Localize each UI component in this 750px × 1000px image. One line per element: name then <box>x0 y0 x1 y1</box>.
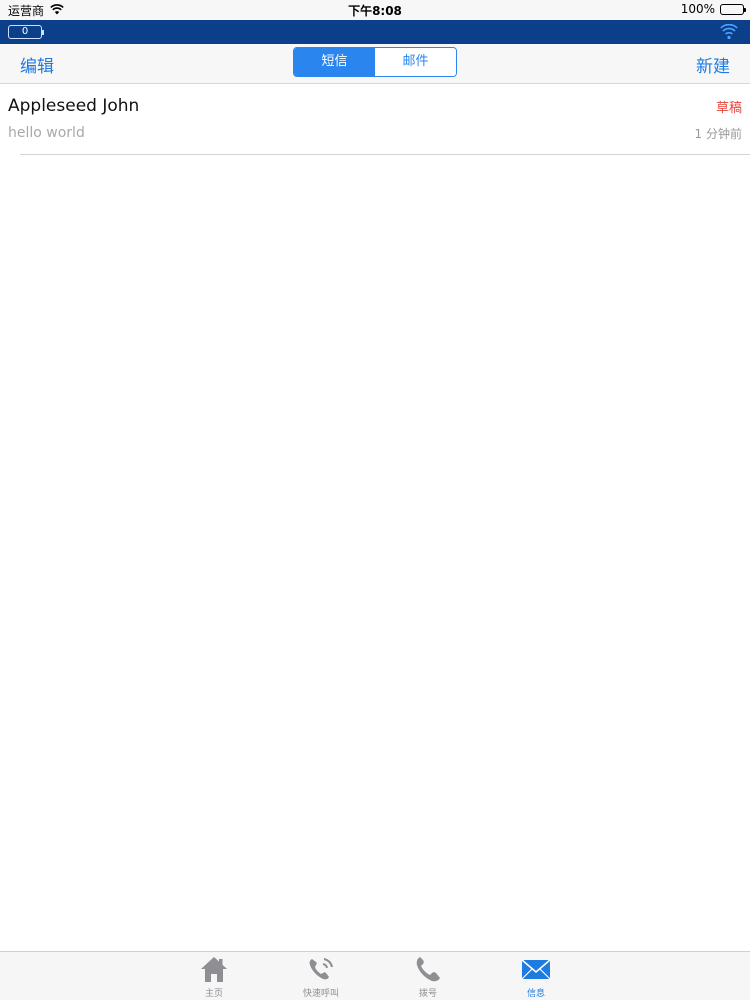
status-bar: 运营商 下午8:08 100% <box>0 0 750 20</box>
phone-icon <box>412 954 444 984</box>
wifi-icon <box>720 23 738 40</box>
message-list: Appleseed John hello world 草稿 1 分钟前 <box>0 85 750 155</box>
list-item[interactable]: Appleseed John hello world 草稿 1 分钟前 <box>0 85 750 155</box>
message-timestamp: 1 分钟前 <box>694 127 742 141</box>
edit-button[interactable]: 编辑 <box>20 52 54 77</box>
tab-speed-dial[interactable]: 快速呼叫 <box>291 954 351 999</box>
nav-bar: 编辑 短信 邮件 新建 <box>0 44 750 84</box>
new-message-button[interactable]: 新建 <box>696 52 730 77</box>
divider <box>20 154 750 155</box>
speed-dial-icon <box>305 954 337 984</box>
tab-home[interactable]: 主页 <box>184 954 244 999</box>
segment-sms[interactable]: 短信 <box>294 48 375 76</box>
tab-bar: 主页 快速呼叫 拨号 信息 <box>0 951 750 1000</box>
home-icon <box>198 954 230 984</box>
mail-icon <box>520 954 552 984</box>
status-time: 下午8:08 <box>348 4 402 18</box>
message-preview: hello world <box>8 125 85 141</box>
tab-messages[interactable]: 信息 <box>506 954 566 999</box>
tab-dial[interactable]: 拨号 <box>398 954 458 999</box>
message-type-segmented-control: 短信 邮件 <box>293 47 457 77</box>
app-top-bar: 0 <box>0 20 750 44</box>
draft-status-badge: 草稿 <box>715 101 742 116</box>
battery-percent: 100% <box>680 2 715 16</box>
tab-label: 拨号 <box>418 989 437 999</box>
tab-label: 快速呼叫 <box>302 989 339 999</box>
tab-label: 主页 <box>204 989 223 999</box>
screen: 运营商 下午8:08 100% 0 编辑 短信 邮件 新建 Appleseed … <box>0 0 750 1000</box>
status-right: 100% <box>680 2 746 16</box>
segment-email[interactable]: 邮件 <box>375 48 456 76</box>
tab-label: 信息 <box>526 989 545 999</box>
contact-name: Appleseed John <box>8 96 140 116</box>
counter-badge: 0 <box>8 25 44 39</box>
battery-icon <box>720 3 746 15</box>
